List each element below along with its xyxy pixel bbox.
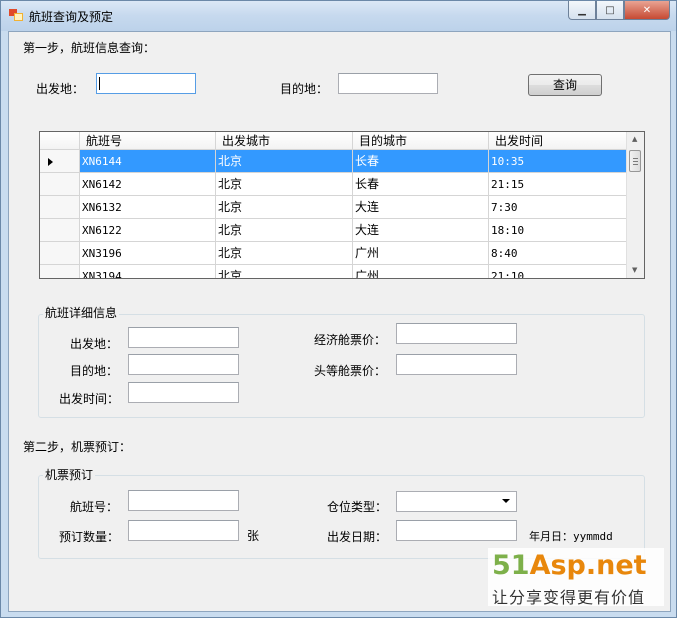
scroll-down-icon[interactable]: ▼ [632, 266, 637, 274]
close-button[interactable]: ✕ [624, 1, 670, 20]
app-window: 航班查询及预定 ▁ □ ✕ 第一步，航班信息查询： 出发地： 目的地： 查询 航… [0, 0, 677, 618]
cell-dest-city[interactable]: 广州 [353, 265, 489, 278]
dropdown-arrow-icon[interactable] [502, 499, 510, 503]
cell-depart-city[interactable]: 北京 [216, 242, 353, 265]
form-client-area: 第一步，航班信息查询： 出发地： 目的地： 查询 航班号 出发城市 目的城市 出… [8, 31, 671, 612]
row-header[interactable] [40, 196, 80, 219]
booking-flight-input[interactable] [128, 490, 239, 511]
date-format-hint: 年月日：yymmdd [529, 530, 613, 543]
seat-class-label: 仓位类型： [327, 500, 388, 514]
first-class-price-label: 头等舱票价： [314, 364, 387, 378]
booking-title: 机票预订 [43, 466, 96, 483]
row-header[interactable] [40, 150, 80, 173]
window-controls: ▁ □ ✕ [568, 1, 670, 20]
quantity-unit: 张 [247, 529, 260, 543]
dest-input[interactable] [338, 73, 438, 94]
cell-dest-city[interactable]: 长春 [353, 150, 489, 173]
cell-depart-city[interactable]: 北京 [216, 196, 353, 219]
depart-input[interactable] [96, 73, 196, 94]
watermark-brand: 51Asp.net [492, 550, 647, 581]
cell-depart-time[interactable]: 8:40 [489, 242, 627, 265]
watermark-slogan: 让分享变得更有价值 [492, 588, 646, 607]
row-header[interactable] [40, 219, 80, 242]
col-header-dest-city[interactable]: 目的城市 [353, 132, 489, 150]
dest-label: 目的地： [280, 82, 329, 96]
watermark-brand-number: 51 [492, 550, 530, 581]
close-icon: ✕ [642, 4, 652, 16]
details-time-field[interactable] [128, 382, 239, 403]
grid-header: 航班号 出发城市 目的城市 出发时间 [40, 132, 627, 150]
cell-flight-no[interactable]: XN6132 [80, 196, 216, 219]
grid-corner [40, 132, 80, 150]
details-dest-field[interactable] [128, 354, 239, 375]
depart-date-input[interactable] [396, 520, 517, 541]
table-row[interactable]: XN3194 北京 广州 21:10 [40, 265, 627, 278]
cell-dest-city[interactable]: 大连 [353, 196, 489, 219]
cell-depart-time[interactable]: 21:15 [489, 173, 627, 196]
current-row-arrow-icon [48, 158, 53, 166]
text-caret [99, 77, 100, 90]
booking-quantity-input[interactable] [128, 520, 239, 541]
booking-flight-label: 航班号： [70, 500, 119, 514]
row-header[interactable] [40, 173, 80, 196]
cell-flight-no[interactable]: XN3196 [80, 242, 216, 265]
details-time-label: 出发时间： [59, 392, 120, 406]
window-title: 航班查询及预定 [29, 10, 114, 24]
booking-quantity-label: 预订数量： [59, 530, 120, 544]
row-header[interactable] [40, 265, 80, 278]
table-row[interactable]: XN6144 北京 长春 10:35 [40, 150, 627, 173]
col-header-depart-time[interactable]: 出发时间 [489, 132, 627, 150]
cell-flight-no[interactable]: XN6122 [80, 219, 216, 242]
cell-flight-no[interactable]: XN6142 [80, 173, 216, 196]
cell-flight-no[interactable]: XN6144 [80, 150, 216, 173]
row-header[interactable] [40, 242, 80, 265]
cell-depart-city[interactable]: 北京 [216, 150, 353, 173]
cell-dest-city[interactable]: 长春 [353, 173, 489, 196]
seat-class-select[interactable] [396, 491, 517, 512]
step1-heading: 第一步，航班信息查询： [23, 41, 156, 55]
scroll-up-icon[interactable]: ▲ [632, 135, 637, 143]
minimize-button[interactable]: ▁ [568, 1, 596, 20]
table-row[interactable]: XN3196 北京 广州 8:40 [40, 242, 627, 265]
depart-date-label: 出发日期： [327, 530, 388, 544]
watermark-brand-name: Asp.net [529, 550, 647, 581]
app-icon [9, 9, 23, 21]
details-dest-label: 目的地： [70, 364, 119, 378]
cell-dest-city[interactable]: 广州 [353, 242, 489, 265]
minimize-icon: ▁ [578, 4, 586, 16]
economy-price-field[interactable] [396, 323, 517, 344]
cell-dest-city[interactable]: 大连 [353, 219, 489, 242]
cell-depart-time[interactable]: 21:10 [489, 265, 627, 278]
grid-vertical-scrollbar[interactable]: ▲ ▼ [626, 132, 644, 278]
flight-details-title: 航班详细信息 [43, 304, 120, 321]
step2-heading: 第二步，机票预订： [23, 440, 132, 454]
cell-depart-city[interactable]: 北京 [216, 219, 353, 242]
table-row[interactable]: XN6132 北京 大连 7:30 [40, 196, 627, 219]
maximize-icon: □ [605, 4, 615, 16]
table-row[interactable]: XN6142 北京 长春 21:15 [40, 173, 627, 196]
maximize-button[interactable]: □ [596, 1, 624, 20]
cell-depart-city[interactable]: 北京 [216, 265, 353, 278]
query-button[interactable]: 查询 [528, 74, 602, 96]
depart-label: 出发地： [36, 82, 85, 96]
flight-grid[interactable]: 航班号 出发城市 目的城市 出发时间 XN6144 北京 长春 10:35 XN… [39, 131, 645, 279]
cell-depart-city[interactable]: 北京 [216, 173, 353, 196]
col-header-flight-no[interactable]: 航班号 [80, 132, 216, 150]
cell-depart-time[interactable]: 18:10 [489, 219, 627, 242]
cell-depart-time[interactable]: 10:35 [489, 150, 627, 173]
details-depart-label: 出发地： [70, 337, 119, 351]
watermark-logo: 51Asp.net 让分享变得更有价值 [488, 548, 664, 607]
title-bar[interactable]: 航班查询及预定 ▁ □ ✕ [1, 1, 676, 31]
table-row[interactable]: XN6122 北京 大连 18:10 [40, 219, 627, 242]
scroll-thumb[interactable] [629, 150, 641, 172]
details-depart-field[interactable] [128, 327, 239, 348]
booking-group [38, 475, 645, 559]
economy-price-label: 经济舱票价： [314, 333, 387, 347]
first-class-price-field[interactable] [396, 354, 517, 375]
col-header-depart-city[interactable]: 出发城市 [216, 132, 353, 150]
cell-flight-no[interactable]: XN3194 [80, 265, 216, 278]
cell-depart-time[interactable]: 7:30 [489, 196, 627, 219]
